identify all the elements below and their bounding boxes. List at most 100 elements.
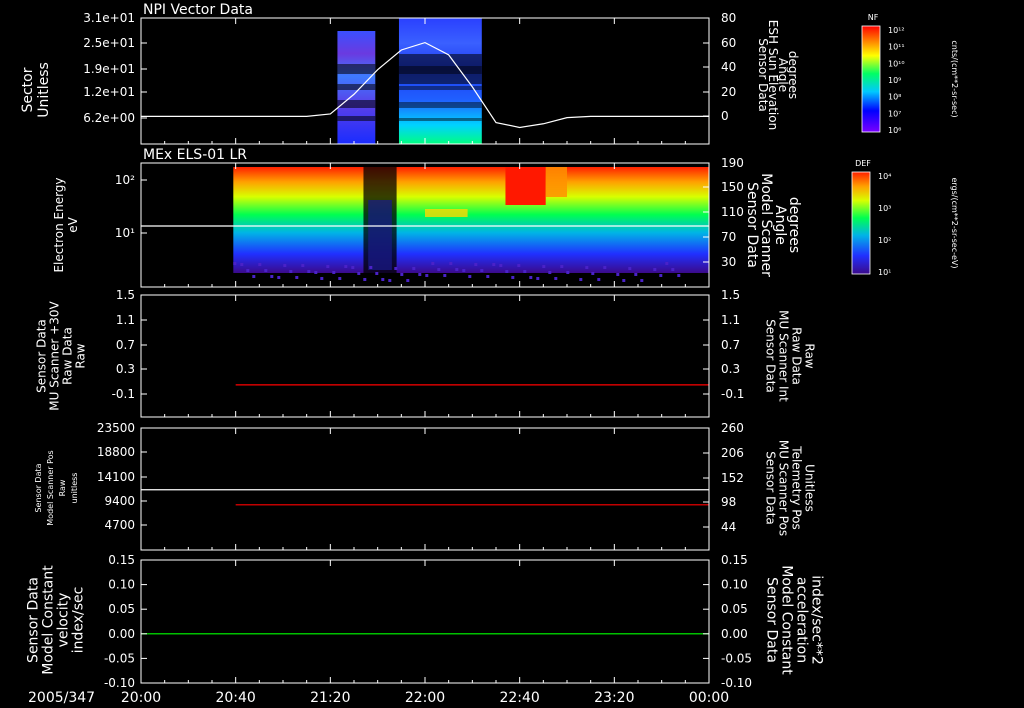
panel-1-ytick-label: 6.2e+00 [83,111,135,125]
panel-4-ylabel: unitless [70,473,79,504]
colorbar-1-tick: 10⁷ [888,109,901,118]
panel-2-title: MEx ELS-01 LR [143,147,247,163]
panel-3-ytick-right-label: 0.7 [721,338,740,352]
els-speckle [431,262,435,265]
panel-1-ytick-right-label: 40 [721,60,736,74]
els-speckle [616,273,620,276]
els-speckle [517,264,521,267]
panel-4-ytick-label: 9400 [104,494,135,508]
panel-5-ytick-label: 0.00 [108,627,135,641]
panel-5-ytick-label: -0.05 [104,651,135,665]
panel-2-ytick-label: 10¹ [115,226,135,240]
els-speckle [246,269,250,272]
colorbar-1-tick: 10¹² [888,26,905,35]
colorbar-2-tick: 10³ [878,204,891,213]
els-speckle [523,270,527,273]
colorbar-1-tick: 10¹⁰ [888,59,905,68]
els-speckle [548,271,552,274]
panel-4-right-label: Unitless [803,464,817,512]
els-speckle [474,263,478,266]
xaxis-tick-label: 23:20 [594,690,634,706]
panel-3-ytick-label: 0.3 [116,362,135,376]
els-speckle [591,272,595,275]
colorbar-2-label: DEF [855,159,871,168]
els-speckle [394,267,398,270]
panel-4-ytick-label: 4700 [104,518,135,532]
colorbar-1-label: NF [868,13,879,22]
els-speckle [351,266,355,269]
chart-root: 3.1e+01 2.5e+01 1.9e+01 1.2e+01 6.2e+00 80 60 4… [20,2,959,706]
npi-gap-mid [398,54,482,84]
panel-4-ylabel: Model Scanner Pos [46,450,55,525]
els-speckle [289,270,293,273]
panel-5-ytick-right-label: 0.05 [721,602,748,616]
panel-1-ytick-label: 1.9e+01 [83,62,135,76]
panel-4-ytick-label: 18800 [97,445,135,459]
els-speckle [418,273,422,276]
colorbar-1-tick: 10⁹ [888,76,901,85]
els-speckle [307,270,311,273]
els-speckle [653,268,657,271]
panel-3-right-label: Sensor Data [764,319,778,393]
panel-5-ylabel: velocity [56,593,72,648]
npi-gap-b-3 [398,118,482,121]
els-speckle [412,267,416,270]
els-speckle [628,267,632,270]
els-speckle [233,262,237,265]
panel-2-ytick-label: 10² [115,173,135,187]
panel-2-ytick-right-label: 150 [721,180,744,194]
panel-1-ytick-right-label: 80 [721,11,736,25]
els-speckle [486,275,490,278]
panel-2-ylabel: eV [66,216,80,232]
panel-5-ylabel: Model Constant [41,565,57,675]
els-speckle [542,265,546,268]
panel-5-ytick-right-label: -0.05 [721,651,752,665]
panel-5-ytick-label: 0.05 [108,602,135,616]
panel-3-right-label: Raw Data [790,327,804,385]
panel-2-right-label: Angle [772,205,788,245]
els-speckle [388,279,392,282]
panel-1-ytick-label: 3.1e+01 [83,11,135,25]
panel-3-ylabel: Sensor Data [35,319,49,393]
els-speckle [462,269,466,272]
xaxis-tick-label: 20:00 [121,690,161,706]
els-speckle [437,268,441,271]
panel-1-ytick-right-label: 60 [721,36,736,50]
els-spectrum [233,167,710,273]
panel-3-ylabel: Raw Data [61,327,75,385]
panel-3-ylabel: MU Scanner +30V [48,301,62,411]
els-speckle [511,276,515,279]
panel-1-ytick-label: 1.2e+01 [83,85,135,99]
panel-1-ylabel: Sector [20,67,36,112]
panel-2-right-label: Model Scanner [758,173,774,277]
panel-5-ytick-right-label: 0.00 [721,627,748,641]
panel-5-ytick-right-label: 0.15 [721,553,748,567]
colorbar-2-tick: 10¹ [878,268,891,277]
els-speckle [536,277,540,280]
els-speckle [258,263,262,266]
panel-5-ylabel: index/sec [71,587,87,654]
panel-1-ytick-right-label: 0 [721,109,729,123]
panel-2-ylabel: Electron Energy [52,177,66,272]
els-speckle [332,271,336,274]
colorbar-1-tick: 10⁸ [888,93,901,102]
xaxis-date: 2005/347 [28,690,95,706]
npi-gap-3 [337,116,376,121]
panel-4-ytick-right-label: 44 [721,520,736,534]
els-speckle [369,266,373,269]
els-speckle [295,276,299,279]
els-speckle [425,274,429,277]
els-speckle [443,274,447,277]
els-speckle [338,277,342,280]
els-speckle [640,279,644,282]
npi-gap-b-1 [398,86,482,90]
els-speckle [264,269,268,272]
els-speckle [277,276,281,279]
panel-5-right-label: Model Constant [779,565,795,675]
els-speckle [240,263,244,266]
els-warm-region [545,167,567,197]
panel-4-ytick-right-label: 206 [721,446,744,460]
els-speckle [597,278,601,281]
panel-5-right-label: index/sec**2 [809,575,825,665]
els-speckle [468,275,472,278]
